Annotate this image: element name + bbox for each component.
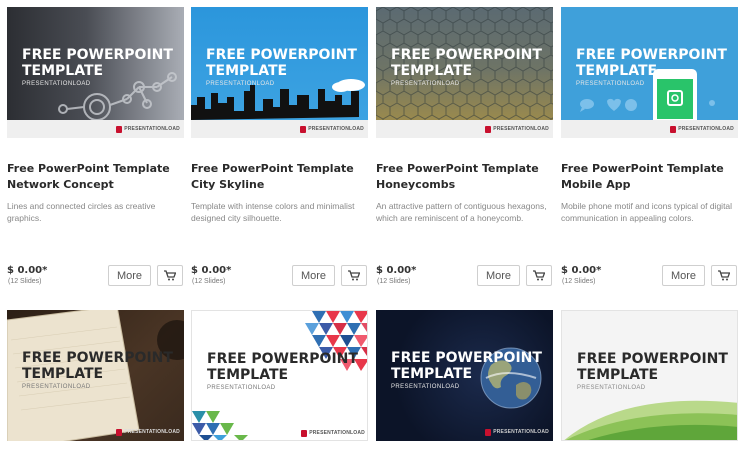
thumbnail-subtitle: PRESENTATIONLOAD bbox=[206, 81, 275, 87]
more-button[interactable]: More bbox=[477, 265, 520, 286]
add-to-cart-button[interactable] bbox=[341, 265, 367, 286]
thumbnail-subtitle: PRESENTATIONLOAD bbox=[391, 81, 460, 87]
shopping-cart-icon bbox=[348, 270, 360, 281]
presentationload-logo-icon: PRESENTATIONLOAD bbox=[670, 124, 734, 134]
thumbnail-footer: PRESENTATIONLOAD bbox=[376, 120, 553, 138]
add-to-cart-button[interactable] bbox=[526, 265, 552, 286]
product-thumbnail[interactable]: FREE POWERPOINT TEMPLATE PRESENTATIONLOAD… bbox=[376, 7, 553, 138]
more-button[interactable]: More bbox=[662, 265, 705, 286]
product-slide-count: (12 Slides) bbox=[377, 278, 411, 285]
thumbnail-title: FREE POWERPOINT TEMPLATE bbox=[22, 350, 173, 382]
thumbnail-footer: PRESENTATIONLOAD bbox=[561, 120, 738, 138]
shopping-cart-icon bbox=[164, 270, 176, 281]
presentationload-logo-icon: PRESENTATIONLOAD bbox=[300, 124, 364, 134]
product-thumbnail[interactable]: FREE POWERPOINT TEMPLATE PRESENTATIONLOAD… bbox=[561, 7, 738, 138]
presentationload-logo-icon: PRESENTATIONLOAD bbox=[301, 428, 365, 438]
shopping-cart-icon bbox=[533, 270, 545, 281]
thumbnail-subtitle: PRESENTATIONLOAD bbox=[391, 384, 460, 390]
more-button[interactable]: More bbox=[108, 265, 151, 286]
product-thumbnail-earth[interactable]: FREE POWERPOINT TEMPLATE PRESENTATIONLOAD… bbox=[376, 310, 553, 441]
thumbnail-title: FREE POWERPOINT TEMPLATE bbox=[22, 47, 173, 79]
thumbnail-title: FREE POWERPOINT TEMPLATE bbox=[577, 351, 728, 383]
product-description: An attractive pattern of contiguous hexa… bbox=[376, 201, 547, 223]
add-to-cart-button[interactable] bbox=[711, 265, 737, 286]
presentationload-logo-icon: PRESENTATIONLOAD bbox=[485, 124, 549, 134]
product-thumbnail[interactable]: FREE POWERPOINT TEMPLATE PRESENTATIONLOAD… bbox=[191, 7, 368, 138]
product-title[interactable]: Free PowerPoint Template Mobile App bbox=[561, 161, 738, 193]
product-thumbnail[interactable]: FREE POWERPOINT TEMPLATE PRESENTATIONLOAD… bbox=[7, 7, 184, 138]
product-slide-count: (12 Slides) bbox=[562, 278, 596, 285]
product-slide-count: (12 Slides) bbox=[192, 278, 226, 285]
product-price: $ 0.00* bbox=[191, 265, 232, 276]
shopping-cart-icon bbox=[718, 270, 730, 281]
thumbnail-subtitle: PRESENTATIONLOAD bbox=[207, 385, 276, 391]
product-description: Lines and connected circles as creative … bbox=[7, 201, 156, 223]
thumbnail-title: FREE POWERPOINT TEMPLATE bbox=[391, 350, 542, 382]
thumbnail-subtitle: PRESENTATIONLOAD bbox=[22, 384, 91, 390]
product-thumbnail-notebook[interactable]: FREE POWERPOINT TEMPLATE PRESENTATIONLOAD… bbox=[7, 310, 184, 441]
product-thumbnail-triangles[interactable]: FREE POWERPOINT TEMPLATE PRESENTATIONLOAD… bbox=[191, 310, 368, 441]
thumbnail-subtitle: PRESENTATIONLOAD bbox=[577, 385, 646, 391]
product-price: $ 0.00* bbox=[561, 265, 602, 276]
thumbnail-footer: PRESENTATIONLOAD bbox=[7, 120, 184, 138]
more-button[interactable]: More bbox=[292, 265, 335, 286]
product-thumbnail-green-waves[interactable]: FREE POWERPOINT TEMPLATE PRESENTATIONLOAD bbox=[561, 310, 738, 441]
thumbnail-subtitle: PRESENTATIONLOAD bbox=[576, 81, 645, 87]
add-to-cart-button[interactable] bbox=[157, 265, 183, 286]
thumbnail-footer: PRESENTATIONLOAD bbox=[191, 120, 368, 138]
product-title[interactable]: Free PowerPoint Template City Skyline bbox=[191, 161, 368, 193]
thumbnail-title: FREE POWERPOINT TEMPLATE bbox=[576, 47, 727, 79]
presentationload-logo-icon: PRESENTATIONLOAD bbox=[485, 427, 549, 437]
presentationload-logo-icon: PRESENTATIONLOAD bbox=[116, 124, 180, 134]
product-title[interactable]: Free PowerPoint Template Network Concept bbox=[7, 161, 184, 193]
thumbnail-subtitle: PRESENTATIONLOAD bbox=[22, 81, 91, 87]
thumbnail-title: FREE POWERPOINT TEMPLATE bbox=[391, 47, 542, 79]
product-title[interactable]: Free PowerPoint Template Honeycombs bbox=[376, 161, 553, 193]
product-description: Template with intense colors and minimal… bbox=[191, 201, 355, 223]
product-price: $ 0.00* bbox=[7, 265, 48, 276]
product-price: $ 0.00* bbox=[376, 265, 417, 276]
thumbnail-title: FREE POWERPOINT TEMPLATE bbox=[206, 47, 357, 79]
presentationload-logo-icon: PRESENTATIONLOAD bbox=[116, 427, 180, 437]
product-description: Mobile phone motif and icons typical of … bbox=[561, 201, 733, 223]
product-slide-count: (12 Slides) bbox=[8, 278, 42, 285]
thumbnail-title: FREE POWERPOINT TEMPLATE bbox=[207, 351, 358, 383]
